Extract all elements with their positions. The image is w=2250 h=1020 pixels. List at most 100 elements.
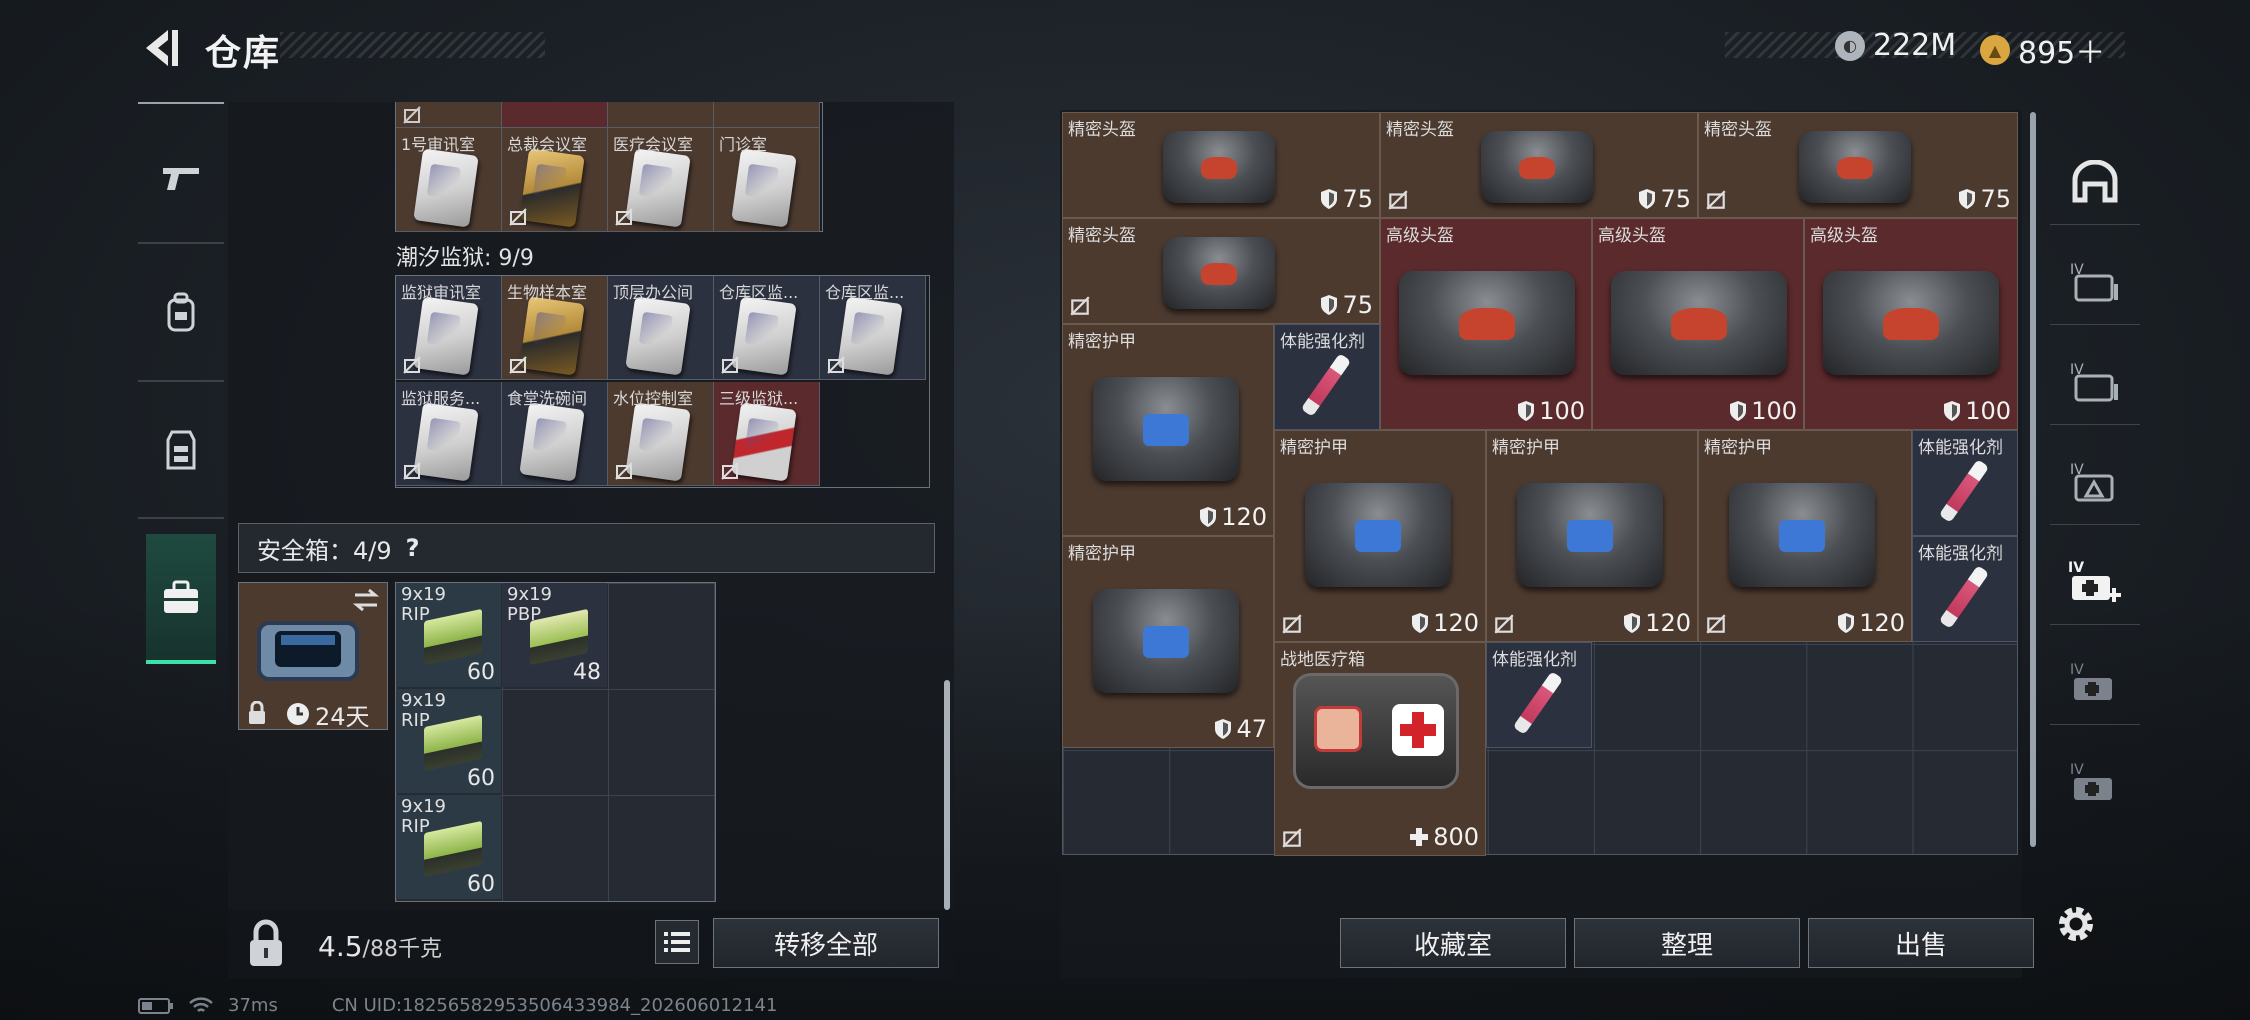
no-trade-icon — [509, 208, 527, 226]
ammo-qty: 60 — [467, 766, 495, 791]
tab-container-medical-add[interactable]: IV — [2040, 532, 2150, 632]
keycard-slot[interactable]: 医疗会议室 — [608, 128, 714, 232]
list-view-button[interactable] — [655, 920, 699, 964]
durability-value: 120 — [1645, 609, 1691, 637]
tab-weapons[interactable] — [138, 112, 224, 242]
sell-button[interactable]: 出售 — [1808, 918, 2034, 968]
keycard-slot[interactable]: 监狱审讯室 — [396, 276, 502, 380]
durability: 120 — [1623, 609, 1691, 637]
no-trade-icon — [721, 462, 739, 480]
item-name: 精密护甲 — [1068, 544, 1136, 564]
safe-container-image — [257, 621, 359, 681]
item-name: 精密头盔 — [1068, 226, 1136, 246]
stash-item-stim[interactable]: 体能强化剂 — [1486, 642, 1592, 748]
no-trade-icon — [827, 356, 845, 374]
tab-container-3[interactable]: IV — [2040, 432, 2150, 532]
left-tab-bar — [138, 102, 224, 672]
stash-item-stim[interactable]: 体能强化剂 — [1274, 324, 1380, 430]
settings-gear-icon[interactable] — [2052, 900, 2100, 948]
keycard-slot[interactable]: 顶层办公间 — [608, 276, 714, 380]
back-arrow-icon[interactable] — [138, 24, 186, 72]
helmet-bag-image — [1151, 131, 1287, 203]
container-iv-medical-icon: IV — [2070, 762, 2112, 800]
tab-helmet-slot[interactable] — [2040, 132, 2150, 232]
swap-icon[interactable] — [351, 589, 381, 611]
organize-button[interactable]: 整理 — [1574, 918, 1800, 968]
keycard-image — [731, 296, 797, 376]
stash-item-advanced-helmet[interactable]: 高级头盔 100 — [1380, 218, 1592, 430]
armor-bag-image — [1290, 483, 1466, 587]
keycard-slot[interactable]: 仓库区监... — [714, 276, 820, 380]
no-trade-icon — [1494, 614, 1514, 634]
stash-scrollbar[interactable] — [2030, 112, 2036, 847]
tab-container-1[interactable]: IV — [2040, 232, 2150, 332]
shield-icon — [1518, 401, 1535, 421]
list-icon — [664, 932, 690, 952]
stash-item-armor[interactable]: 精密护甲 120 — [1486, 430, 1698, 642]
keycard-slot[interactable]: 监狱服务... — [396, 382, 502, 486]
stash-item-armor[interactable]: 精密护甲 120 — [1062, 324, 1274, 536]
stash-item-stim[interactable]: 体能强化剂 — [1912, 430, 2018, 536]
no-trade-icon — [721, 356, 739, 374]
tab-container-medical-2[interactable]: IV — [2040, 732, 2150, 832]
tab-safe-case[interactable] — [146, 534, 216, 664]
keycard-name: 总裁会议室 — [507, 135, 588, 154]
stash-item-helmet[interactable]: 精密头盔 75 — [1062, 112, 1380, 218]
gold-coin-icon: ▲ — [1980, 35, 2010, 65]
keycard-image — [413, 402, 479, 482]
tab-container-2[interactable]: IV — [2040, 332, 2150, 432]
keycard-name: 监狱审讯室 — [401, 283, 482, 302]
ammo-name: 9x19 RIP — [401, 796, 447, 837]
svg-text:IV: IV — [2070, 662, 2084, 678]
durability-value: 120 — [1221, 503, 1267, 531]
durability-value: 120 — [1859, 609, 1905, 637]
medkit-image — [1293, 673, 1459, 789]
stash-item-advanced-helmet[interactable]: 高级头盔 100 — [1592, 218, 1804, 430]
keycard-slot[interactable]: 水位控制室 — [608, 382, 714, 486]
keycard-slot[interactable]: 三级监狱... — [714, 382, 820, 486]
gold-currency[interactable]: ▲ 895＋ — [1980, 28, 2105, 72]
stash-item-helmet[interactable]: 精密头盔 75 — [1698, 112, 2018, 218]
stash-item-stim[interactable]: 体能强化剂 — [1912, 536, 2018, 642]
collection-room-button[interactable]: 收藏室 — [1340, 918, 1566, 968]
item-name: 高级头盔 — [1810, 226, 1878, 246]
ammo-item[interactable]: 9x19 PBP 48 — [502, 583, 607, 687]
keycard-image — [625, 296, 691, 376]
keycard-name: 仓库区监... — [825, 283, 905, 302]
item-name: 体能强化剂 — [1918, 438, 2003, 458]
keycard-slot[interactable]: 仓库区监... — [820, 276, 926, 380]
padlock-icon[interactable] — [242, 918, 290, 970]
heal-value: 800 — [1433, 823, 1479, 851]
ammo-item[interactable]: 9x19 RIP 60 — [396, 583, 501, 687]
transfer-all-button[interactable]: 转移全部 — [713, 918, 939, 968]
container-iv-medical-add-icon: IV — [2068, 560, 2121, 602]
tab-vest[interactable] — [138, 385, 224, 515]
safe-case-icon — [164, 580, 198, 613]
keycard-slot[interactable]: 生物样本室 — [502, 276, 608, 380]
keycard-slot[interactable]: 食堂洗碗间 — [502, 382, 608, 486]
durability: 100 — [1517, 397, 1585, 425]
safe-container-slot[interactable]: 24天 — [238, 582, 388, 731]
keycard-slot[interactable]: 总裁会议室 — [502, 128, 608, 232]
stash-item-armor[interactable]: 精密护甲 120 — [1274, 430, 1486, 642]
keycard-slot[interactable]: 门诊室 — [714, 128, 820, 232]
ammo-item[interactable]: 9x19 RIP 60 — [396, 689, 501, 793]
item-name: 精密护甲 — [1068, 332, 1136, 352]
keycard-slot[interactable]: 1号审讯室 — [396, 128, 502, 232]
durability-value: 100 — [1751, 397, 1797, 425]
stash-item-armor[interactable]: 精密护甲 120 — [1698, 430, 1912, 642]
left-scrollbar[interactable] — [944, 680, 950, 910]
stash-item-armor[interactable]: 精密护甲 47 — [1062, 536, 1274, 748]
gun-icon — [163, 168, 199, 190]
tab-container-medical-1[interactable]: IV — [2040, 632, 2150, 732]
stash-item-advanced-helmet[interactable]: 高级头盔 100 — [1804, 218, 2018, 430]
stash-item-helmet[interactable]: 精密头盔 75 — [1380, 112, 1698, 218]
durability-value: 47 — [1236, 715, 1267, 743]
safe-box-help[interactable]: ? — [406, 534, 420, 562]
keycard-image — [413, 148, 479, 228]
stash-item-helmet[interactable]: 精密头盔 75 — [1062, 218, 1380, 324]
syringe-image — [1938, 459, 1990, 523]
stash-item-medkit[interactable]: 战地医疗箱 800 — [1274, 642, 1486, 856]
ammo-item[interactable]: 9x19 RIP 60 — [396, 795, 501, 899]
tab-backpack[interactable] — [138, 247, 224, 377]
